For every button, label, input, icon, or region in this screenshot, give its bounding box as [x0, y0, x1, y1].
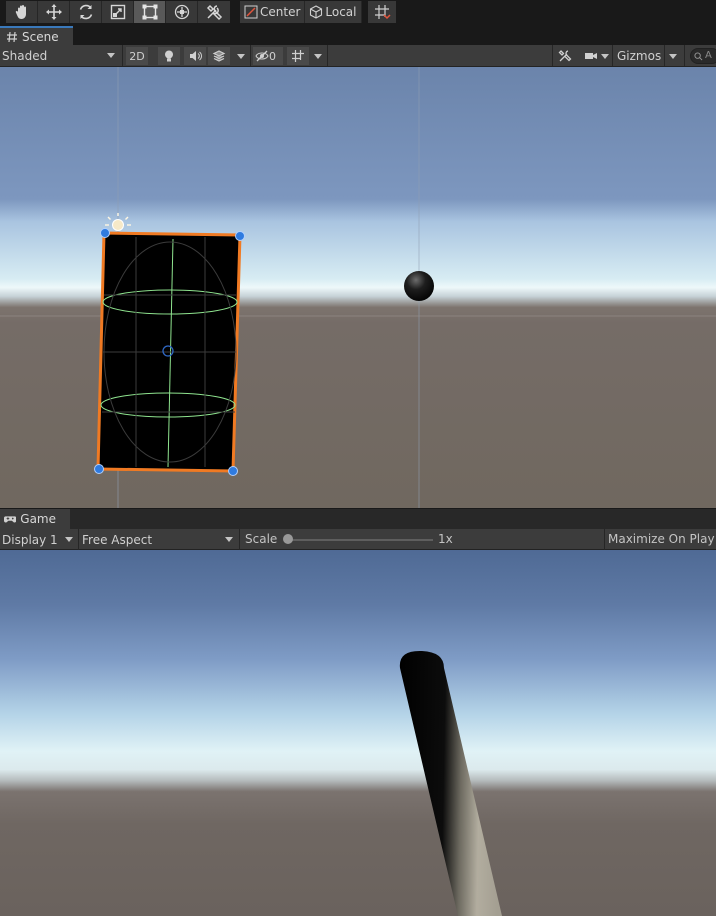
- game-canvas: [399, 650, 502, 916]
- chevron-down-icon: [225, 537, 233, 542]
- custom-tool-button[interactable]: [198, 1, 230, 23]
- rect-handle[interactable]: [228, 466, 238, 476]
- lightbulb-icon: [165, 50, 173, 62]
- rect-handle[interactable]: [235, 231, 245, 241]
- speaker-icon: [190, 51, 202, 61]
- hidden-objects-toggle[interactable]: 0: [253, 47, 283, 65]
- pivot-center-icon: [244, 5, 258, 19]
- tab-game[interactable]: Game: [0, 509, 70, 529]
- hidden-count: 0: [269, 49, 276, 63]
- rotate-tool-button[interactable]: [70, 1, 102, 23]
- pivot-group: Center Local: [240, 1, 362, 23]
- search-icon: [694, 52, 703, 61]
- scale-slider-track[interactable]: [287, 539, 433, 541]
- tools-icon: [558, 50, 572, 62]
- hand-tool-button[interactable]: [6, 1, 38, 23]
- separator: [612, 45, 613, 66]
- cylinder-object: [399, 650, 502, 916]
- camera-button[interactable]: [580, 47, 602, 65]
- camera-icon: [585, 53, 597, 59]
- grid-toggle[interactable]: [287, 47, 309, 65]
- transform-tool-button[interactable]: [166, 1, 198, 23]
- tools-icon: [206, 4, 223, 21]
- hand-icon: [15, 5, 26, 19]
- display-value: Display 1: [2, 532, 58, 547]
- scene-search-placeholder: A: [705, 50, 712, 61]
- grid-dropdown-arrow[interactable]: [314, 54, 322, 59]
- grid-icon: [292, 50, 304, 62]
- move-tool-button[interactable]: [38, 1, 70, 23]
- main-toolbar: Center Local: [0, 0, 716, 26]
- separator: [122, 45, 123, 66]
- sun-light-icon[interactable]: [105, 213, 131, 231]
- scene-viewport[interactable]: [0, 67, 716, 508]
- tab-scene-label: Scene: [22, 29, 59, 44]
- separator: [604, 529, 605, 550]
- scene-toolbar: Shaded 2D 0 Gizmos A: [0, 45, 716, 67]
- toggle-2d-label: 2D: [129, 49, 145, 63]
- gamepad-icon: [4, 516, 17, 523]
- aspect-value: Free Aspect: [82, 532, 153, 547]
- game-toolbar: Display 1 Free Aspect Scale 1x Maximize …: [0, 529, 716, 550]
- display-dropdown[interactable]: Display 1: [0, 529, 77, 550]
- effects-dropdown-arrow[interactable]: [237, 54, 245, 59]
- scale-label: Scale: [245, 532, 278, 546]
- scale-value: 1x: [438, 532, 453, 546]
- gizmos-label: Gizmos: [617, 48, 662, 63]
- separator: [664, 45, 665, 66]
- scene-tab-strip: Scene: [0, 26, 716, 45]
- separator: [78, 529, 79, 550]
- game-viewport[interactable]: [0, 550, 716, 916]
- effects-toggle[interactable]: [208, 47, 230, 65]
- audio-toggle[interactable]: [184, 47, 206, 65]
- snap-group: [368, 1, 396, 23]
- rotate-icon: [79, 4, 92, 20]
- toggle-2d-button[interactable]: 2D: [126, 47, 148, 65]
- hash-icon: [7, 31, 17, 42]
- scale-tool-button[interactable]: [102, 1, 134, 23]
- transform-tool-group: [6, 1, 230, 23]
- pivot-center-label: Center: [260, 5, 301, 19]
- rect-tool-button[interactable]: [134, 1, 166, 23]
- tools-overlay-button[interactable]: [555, 47, 575, 65]
- layers-icon: [212, 50, 226, 62]
- grid-snap-icon: [375, 5, 391, 20]
- camera-dropdown-arrow[interactable]: [601, 54, 609, 59]
- selected-cylinder[interactable]: [94, 228, 245, 476]
- scale-slider-thumb[interactable]: [283, 534, 293, 544]
- rect-handle[interactable]: [100, 228, 110, 238]
- local-cube-icon: [310, 5, 323, 19]
- scale-icon: [110, 4, 125, 20]
- tab-game-label: Game: [20, 512, 56, 526]
- scene-search-input[interactable]: A: [690, 48, 716, 64]
- separator: [327, 45, 328, 66]
- tab-scene[interactable]: Scene: [0, 26, 73, 45]
- pivot-center-button[interactable]: Center: [240, 1, 306, 23]
- scene-canvas: [0, 67, 716, 508]
- maximize-on-play-toggle[interactable]: Maximize On Play: [608, 532, 715, 546]
- chevron-down-icon: [65, 537, 73, 542]
- rect-handle[interactable]: [94, 464, 104, 474]
- separator: [250, 45, 251, 66]
- draw-mode-dropdown[interactable]: Shaded: [0, 45, 119, 66]
- separator: [684, 45, 685, 66]
- lighting-toggle[interactable]: [158, 47, 180, 65]
- gizmos-dropdown-arrow[interactable]: [669, 54, 677, 59]
- separator: [552, 45, 553, 66]
- chevron-down-icon: [107, 53, 115, 58]
- eye-slash-icon: [255, 50, 269, 62]
- separator: [239, 529, 240, 550]
- transform-icon: [174, 4, 189, 20]
- sphere-object[interactable]: [404, 271, 434, 301]
- pivot-local-label: Local: [325, 5, 357, 19]
- game-tab-strip: Game: [0, 509, 716, 529]
- move-icon: [45, 4, 62, 20]
- grid-snap-button[interactable]: [368, 1, 396, 23]
- rect-tool-icon: [142, 4, 157, 20]
- aspect-dropdown[interactable]: Free Aspect: [80, 529, 237, 550]
- pivot-local-button[interactable]: Local: [305, 1, 362, 23]
- draw-mode-value: Shaded: [2, 48, 48, 63]
